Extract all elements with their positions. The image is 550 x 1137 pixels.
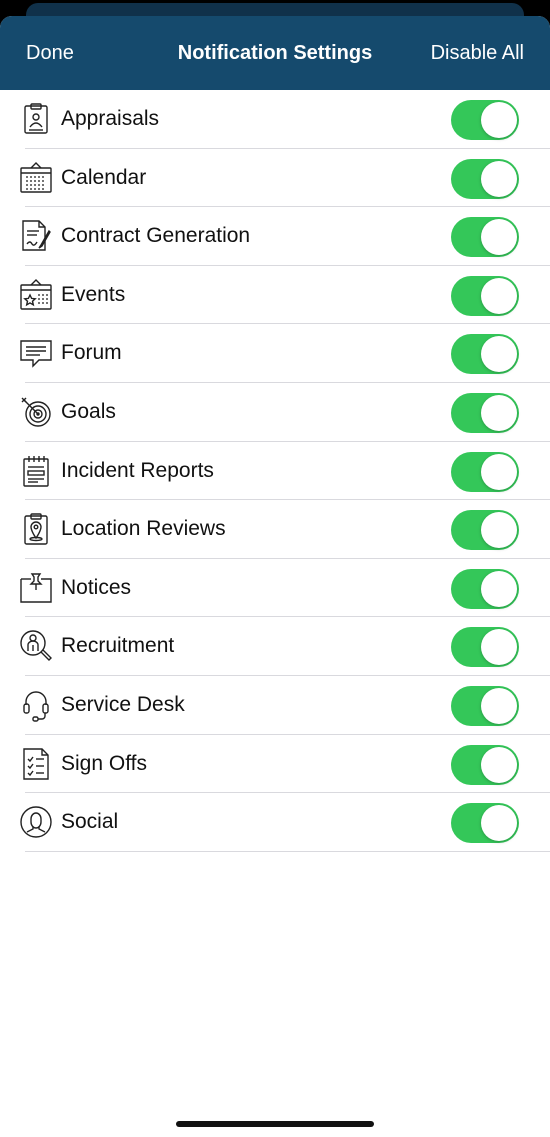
appraisals-toggle[interactable] xyxy=(451,100,519,140)
setting-row-contract-generation: Contract Generation xyxy=(0,207,550,266)
setting-label: Sign Offs xyxy=(61,751,147,775)
setting-row-recruitment: Recruitment xyxy=(0,617,550,676)
setting-row-goals: Goals xyxy=(0,383,550,442)
toggle-knob xyxy=(481,687,517,724)
setting-row-service-desk: Service Desk xyxy=(0,676,550,735)
toggle-knob xyxy=(481,629,517,666)
disable-all-button[interactable]: Disable All xyxy=(431,16,524,90)
setting-row-social: Social xyxy=(0,793,550,852)
service-desk-icon xyxy=(19,688,53,722)
setting-row-notices: Notices xyxy=(0,559,550,618)
setting-label: Notices xyxy=(61,575,132,599)
settings-list: Appraisals Calendar Contract Generation … xyxy=(0,90,550,852)
toggle-knob xyxy=(481,219,517,256)
setting-label: Service Desk xyxy=(61,692,185,716)
social-toggle[interactable] xyxy=(451,803,519,844)
toggle-knob xyxy=(481,453,517,490)
toggle-knob xyxy=(481,160,517,197)
location-reviews-toggle[interactable] xyxy=(451,510,519,551)
location-reviews-icon xyxy=(19,512,53,546)
toggle-knob xyxy=(481,336,517,373)
events-toggle[interactable] xyxy=(451,275,519,316)
sign-offs-icon xyxy=(19,747,53,781)
notification-settings-sheet: Done Notification Settings Disable All A… xyxy=(0,16,550,1137)
forum-icon xyxy=(19,336,53,370)
setting-row-sign-offs: Sign Offs xyxy=(0,735,550,794)
toggle-knob xyxy=(481,570,517,607)
toggle-knob xyxy=(481,746,517,783)
sign-offs-toggle[interactable] xyxy=(451,744,519,785)
contract-icon xyxy=(19,219,53,253)
setting-row-incident-reports: Incident Reports xyxy=(0,442,550,501)
setting-label: Location Reviews xyxy=(61,517,226,541)
forum-toggle[interactable] xyxy=(451,334,519,375)
social-icon xyxy=(19,805,53,839)
calendar-toggle[interactable] xyxy=(451,158,519,199)
goals-toggle[interactable] xyxy=(451,392,519,433)
incident-reports-toggle[interactable] xyxy=(451,451,519,492)
setting-label: Recruitment xyxy=(61,634,175,658)
screen: Done Notification Settings Disable All A… xyxy=(0,0,550,1137)
home-indicator xyxy=(176,1121,374,1127)
done-button[interactable]: Done xyxy=(26,16,74,90)
setting-label: Goals xyxy=(61,399,116,423)
setting-label: Forum xyxy=(61,341,122,365)
setting-row-events: Events xyxy=(0,266,550,325)
appraisals-icon xyxy=(19,102,53,136)
toggle-knob xyxy=(481,512,517,549)
events-icon xyxy=(19,278,53,312)
service-desk-toggle[interactable] xyxy=(451,685,519,726)
setting-label: Incident Reports xyxy=(61,458,214,482)
setting-row-calendar: Calendar xyxy=(0,149,550,208)
toggle-knob xyxy=(481,102,517,138)
setting-label: Contract Generation xyxy=(61,224,251,248)
toggle-knob xyxy=(481,805,517,842)
setting-row-appraisals: Appraisals xyxy=(0,90,550,149)
toggle-knob xyxy=(481,277,517,314)
setting-row-location-reviews: Location Reviews xyxy=(0,500,550,559)
notices-toggle[interactable] xyxy=(451,568,519,609)
setting-label: Social xyxy=(61,810,119,834)
incident-reports-icon xyxy=(19,454,53,488)
notices-icon xyxy=(19,571,53,605)
setting-row-forum: Forum xyxy=(0,324,550,383)
goals-icon xyxy=(19,395,53,429)
setting-label: Events xyxy=(61,282,126,306)
setting-label: Appraisals xyxy=(61,107,160,130)
setting-label: Calendar xyxy=(61,165,147,189)
toggle-knob xyxy=(481,394,517,431)
recruitment-icon xyxy=(19,629,53,663)
navigation-bar: Done Notification Settings Disable All xyxy=(0,16,550,90)
calendar-icon xyxy=(19,161,53,195)
contract-generation-toggle[interactable] xyxy=(451,217,519,258)
recruitment-toggle[interactable] xyxy=(451,627,519,668)
